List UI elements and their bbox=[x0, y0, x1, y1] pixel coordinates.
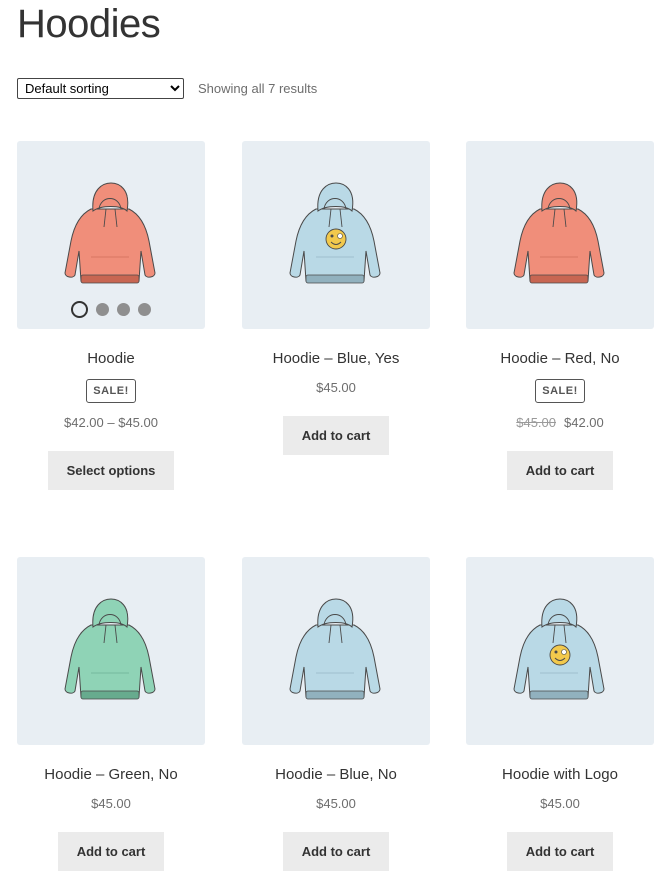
product-price: $45.00 bbox=[540, 796, 580, 811]
product-image[interactable] bbox=[17, 141, 205, 329]
product-card-hoodie-with-logo: Hoodie with Logo $45.00 Add to cart bbox=[466, 557, 654, 871]
select-options-button[interactable]: Select options bbox=[47, 451, 175, 490]
hoodie-image-icon bbox=[513, 598, 605, 700]
product-image[interactable] bbox=[17, 557, 205, 745]
hoodie-image-icon bbox=[289, 182, 381, 284]
product-image[interactable] bbox=[466, 557, 654, 745]
product-title[interactable]: Hoodie – Red, No bbox=[466, 350, 654, 368]
product-title[interactable]: Hoodie with Logo bbox=[466, 766, 654, 784]
product-card-hoodie: Hoodie SALE! $42.00 – $45.00 Select opti… bbox=[17, 141, 205, 490]
hoodie-image-icon bbox=[64, 598, 156, 700]
product-card-hoodie-blue-yes: Hoodie – Blue, Yes $45.00 Add to cart bbox=[242, 141, 430, 455]
gallery-dot-4[interactable] bbox=[138, 303, 151, 317]
sale-badge: SALE! bbox=[86, 379, 136, 403]
product-price: $42.00 – $45.00 bbox=[64, 415, 158, 430]
product-card-hoodie-blue-no: Hoodie – Blue, No $45.00 Add to cart bbox=[242, 557, 430, 871]
result-count: Showing all 7 results bbox=[198, 81, 318, 96]
product-image[interactable] bbox=[242, 557, 430, 745]
hoodie-image-icon bbox=[64, 182, 156, 284]
product-price: $45.00 bbox=[316, 380, 356, 395]
product-title[interactable]: Hoodie – Blue, No bbox=[242, 766, 430, 784]
product-card-hoodie-green-no: Hoodie – Green, No $45.00 Add to cart bbox=[17, 557, 205, 871]
add-to-cart-button[interactable]: Add to cart bbox=[282, 832, 390, 871]
product-price: $45.00 bbox=[316, 796, 356, 811]
product-title[interactable]: Hoodie – Blue, Yes bbox=[242, 350, 430, 368]
product-image[interactable] bbox=[466, 141, 654, 329]
add-to-cart-button[interactable]: Add to cart bbox=[506, 451, 614, 490]
product-price: $45.00 bbox=[91, 796, 131, 811]
product-title[interactable]: Hoodie – Green, No bbox=[17, 766, 205, 784]
add-to-cart-button[interactable]: Add to cart bbox=[282, 416, 390, 455]
sale-badge: SALE! bbox=[535, 379, 585, 403]
add-to-cart-button[interactable]: Add to cart bbox=[506, 832, 614, 871]
page-title: Hoodies bbox=[17, 2, 161, 46]
gallery-dot-2[interactable] bbox=[96, 303, 109, 317]
original-price: $45.00 bbox=[516, 415, 556, 430]
add-to-cart-button[interactable]: Add to cart bbox=[57, 832, 165, 871]
gallery-dot-1[interactable] bbox=[71, 301, 88, 319]
sorting-select[interactable]: Default sorting bbox=[17, 78, 184, 99]
product-title[interactable]: Hoodie bbox=[17, 350, 205, 368]
gallery-dots bbox=[17, 301, 205, 319]
sale-price: $42.00 bbox=[564, 415, 604, 430]
hoodie-image-icon bbox=[289, 598, 381, 700]
product-card-hoodie-red-no: Hoodie – Red, No SALE! $45.00 $42.00 Add … bbox=[466, 141, 654, 490]
product-price: $45.00 $42.00 bbox=[466, 415, 654, 430]
product-image[interactable] bbox=[242, 141, 430, 329]
gallery-dot-3[interactable] bbox=[117, 303, 130, 317]
hoodie-image-icon bbox=[513, 182, 605, 284]
